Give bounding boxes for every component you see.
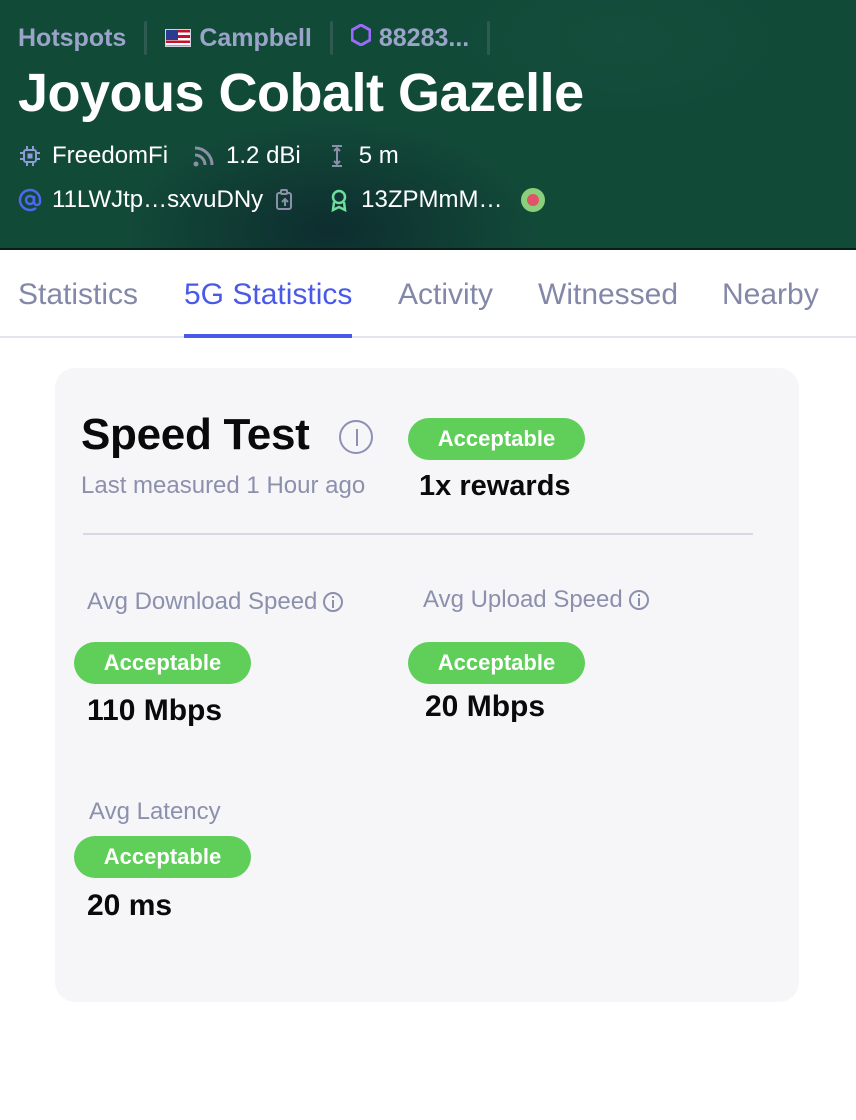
upload-speed-label: Avg Upload Speed — [423, 586, 649, 614]
tab-witnessed[interactable]: Witnessed — [538, 278, 678, 338]
download-speed-label: Avg Download Speed — [87, 588, 344, 616]
tab-nearby[interactable]: Nearby — [722, 278, 819, 338]
hotspot-header: Hotspots Campbell 88283... Joyous Cobalt… — [0, 0, 856, 250]
rewards-multiplier: 1x rewards — [419, 470, 571, 502]
breadcrumb-hex[interactable]: 88283... — [350, 23, 470, 53]
tab-activity[interactable]: Activity — [398, 278, 493, 338]
breadcrumb-location-label: Campbell — [199, 23, 312, 52]
page-title: Joyous Cobalt Gazelle — [18, 63, 584, 123]
hotspot-addresses: 11LWJtp…sxvuDNy 13ZPMmM… — [18, 186, 545, 214]
breadcrumb-separator — [329, 21, 333, 55]
antenna-gain: 1.2 dBi — [226, 142, 301, 169]
tab-5g-statistics[interactable]: 5G Statistics — [184, 278, 353, 338]
info-icon[interactable] — [628, 590, 649, 610]
antenna-info: 1.2 dBi — [192, 142, 301, 170]
elevation-info: 5 m — [325, 142, 399, 170]
tab-bar: Statistics 5G Statistics Activity Witnes… — [0, 262, 856, 338]
maker-label: FreedomFi — [52, 142, 169, 169]
breadcrumb-separator — [144, 21, 148, 55]
last-measured: Last measured 1 Hour ago — [81, 472, 366, 499]
elevation-value: 5 m — [358, 142, 399, 169]
speed-test-status-badge: Acceptable — [408, 418, 585, 460]
latency-value: 20 ms — [87, 889, 173, 922]
hotspot-specs: FreedomFi 1.2 dBi 5 m — [18, 142, 423, 170]
at-sign-icon — [18, 188, 42, 212]
hexagon-icon — [350, 23, 372, 52]
breadcrumb-location[interactable]: Campbell — [165, 24, 312, 53]
upload-speed-label-text: Avg Upload Speed — [423, 586, 623, 613]
info-icon[interactable] — [339, 420, 373, 454]
download-status-badge: Acceptable — [74, 642, 251, 684]
divider — [83, 533, 753, 535]
latency-status-badge: Acceptable — [74, 836, 251, 878]
address-info: 11LWJtp…sxvuDNy — [18, 186, 297, 214]
owner-info[interactable]: 13ZPMmM… — [327, 186, 545, 214]
speed-test-card: Speed Test Acceptable Last measured 1 Ho… — [55, 368, 799, 1002]
maker-info: FreedomFi — [18, 142, 168, 170]
upload-speed-value: 20 Mbps — [425, 690, 546, 723]
download-speed-label-text: Avg Download Speed — [87, 588, 318, 615]
upload-status-badge: Acceptable — [408, 642, 585, 684]
owner-icon — [327, 188, 351, 212]
info-icon[interactable] — [323, 592, 344, 612]
hotspot-address: 11LWJtp…sxvuDNy — [52, 186, 264, 213]
signal-icon — [192, 144, 216, 168]
tab-statistics[interactable]: Statistics — [18, 278, 138, 338]
latency-label-text: Avg Latency — [89, 798, 221, 825]
download-speed-value: 110 Mbps — [87, 694, 223, 727]
chip-icon — [18, 144, 42, 168]
latency-label: Avg Latency — [89, 798, 221, 826]
us-flag-icon — [165, 29, 192, 47]
status-indicator-icon — [520, 188, 545, 212]
owner-address: 13ZPMmM… — [361, 186, 503, 213]
breadcrumb-hotspots[interactable]: Hotspots — [18, 24, 126, 53]
elevation-icon — [325, 144, 349, 168]
breadcrumb: Hotspots Campbell 88283... — [18, 20, 508, 56]
breadcrumb-hex-label: 88283... — [378, 23, 470, 52]
breadcrumb-separator — [487, 21, 491, 55]
copy-icon[interactable] — [273, 188, 297, 212]
speed-test-title: Speed Test — [81, 410, 310, 459]
